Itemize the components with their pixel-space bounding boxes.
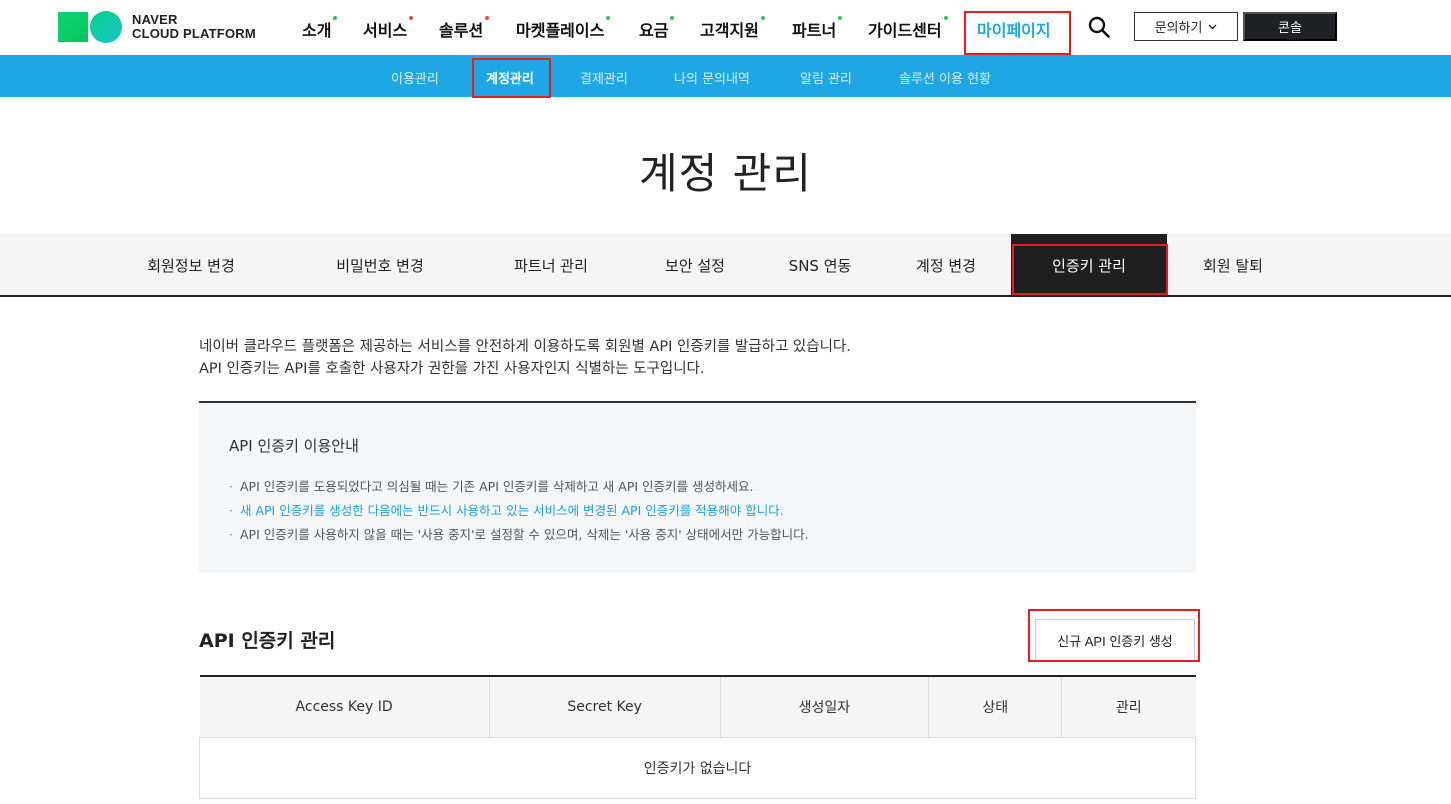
new-dot-icon (670, 16, 675, 20)
account-tabs: 회원정보 변경 비밀번호 변경 파트너 관리 보안 설정 SNS 연동 계정 변… (0, 234, 1451, 297)
highlight-box-auth-key-tab (1012, 244, 1168, 295)
tab-withdraw[interactable]: 회원 탈퇴 (1180, 234, 1286, 297)
new-dot-icon (409, 16, 414, 20)
console-button[interactable]: 콘솔 (1243, 12, 1337, 41)
new-dot-icon (333, 16, 338, 20)
empty-message: 인증키가 없습니다 (199, 737, 1196, 799)
tab-sns[interactable]: SNS 연동 (768, 234, 872, 297)
logo-mark-icon (58, 11, 124, 43)
col-manage: 관리 (1061, 676, 1196, 738)
tab-account-change[interactable]: 계정 변경 (893, 234, 999, 297)
col-status: 상태 (928, 676, 1063, 738)
page-description: 네이버 클라우드 플랫폼은 제공하는 서비스를 안전하게 이용하도록 회원별 A… (199, 336, 851, 380)
tab-password[interactable]: 비밀번호 변경 (307, 234, 453, 297)
new-dot-icon (838, 16, 843, 20)
nav-item-solutions[interactable]: 솔루션 (439, 16, 490, 41)
nav-item-intro[interactable]: 소개 (302, 16, 338, 41)
inquiry-label: 문의하기 (1154, 20, 1203, 35)
inquiry-dropdown-button[interactable]: 문의하기 (1134, 12, 1238, 41)
tab-security[interactable]: 보안 설정 (645, 234, 745, 297)
new-dot-icon (943, 16, 948, 20)
api-key-table: Access Key ID Secret Key 생성일자 상태 관리 인증키가… (199, 675, 1196, 799)
subnav-item-solution-usage[interactable]: 솔루션 이용 현황 (899, 68, 991, 87)
page-title: 계정 관리 (639, 149, 812, 198)
info-title: API 인증키 이용안내 (229, 437, 359, 455)
subnav-item-usage[interactable]: 이용관리 (391, 68, 439, 87)
nav-item-support[interactable]: 고객지원 (700, 16, 765, 41)
subnav-item-billing[interactable]: 결제관리 (580, 68, 628, 87)
info-list: · API 인증키를 도용되었다고 의심될 때는 기존 API 인증키를 삭제하고… (229, 475, 809, 547)
highlight-box-mypage (964, 11, 1071, 55)
sub-nav: 이용관리 계정관리 결제관리 나의 문의내역 알림 관리 솔루션 이용 현황 (0, 55, 1451, 97)
nav-item-marketplace[interactable]: 마켓플레이스 (516, 16, 611, 41)
highlight-box-account (472, 58, 551, 98)
new-dot-icon (606, 16, 611, 20)
logo-text: NAVER CLOUD PLATFORM (132, 12, 256, 41)
subnav-item-my-inquiries[interactable]: 나의 문의내역 (674, 68, 750, 87)
new-dot-icon (485, 16, 490, 20)
info-box: API 인증키 이용안내 · API 인증키를 도용되었다고 의심될 때는 기존 … (199, 401, 1196, 573)
description-line: 네이버 클라우드 플랫폼은 제공하는 서비스를 안전하게 이용하도록 회원별 A… (199, 339, 851, 355)
col-created-date: 생성일자 (720, 676, 930, 738)
tab-member-info[interactable]: 회원정보 변경 (118, 234, 264, 297)
new-dot-icon (760, 16, 765, 20)
logo[interactable]: NAVER CLOUD PLATFORM (58, 11, 256, 43)
nav-item-guide-center[interactable]: 가이드센터 (868, 16, 948, 41)
nav-item-pricing[interactable]: 요금 (639, 16, 675, 41)
top-header: NAVER CLOUD PLATFORM 소개 서비스 솔루션 마켓플레이스 요… (0, 0, 1451, 55)
table-row: 인증키가 없습니다 (199, 737, 1196, 799)
search-icon[interactable] (1088, 16, 1110, 38)
col-access-key-id: Access Key ID (199, 676, 490, 738)
subnav-item-notifications[interactable]: 알림 관리 (800, 68, 852, 87)
list-item: · 새 API 인증키를 생성한 다음에는 반드시 사용하고 있는 서비스에 변경… (229, 503, 784, 518)
chevron-down-icon (1208, 24, 1217, 29)
tab-partners[interactable]: 파트너 관리 (480, 234, 622, 297)
highlight-box-create-key (1028, 609, 1200, 662)
description-line: API 인증키는 API를 호출한 사용자가 권한을 가진 사용자인지 식별하는… (199, 361, 705, 377)
list-item: · API 인증키를 사용하지 않을 때는 '사용 중지'로 설정할 수 있으며,… (229, 527, 809, 542)
nav-item-services[interactable]: 서비스 (363, 16, 414, 41)
nav-item-partners[interactable]: 파트너 (792, 16, 843, 41)
list-item: · API 인증키를 도용되었다고 의심될 때는 기존 API 인증키를 삭제하고… (229, 479, 754, 494)
col-secret-key: Secret Key (489, 676, 721, 738)
section-title: API 인증키 관리 (199, 630, 336, 652)
table-header-row: Access Key ID Secret Key 생성일자 상태 관리 (199, 676, 1196, 738)
